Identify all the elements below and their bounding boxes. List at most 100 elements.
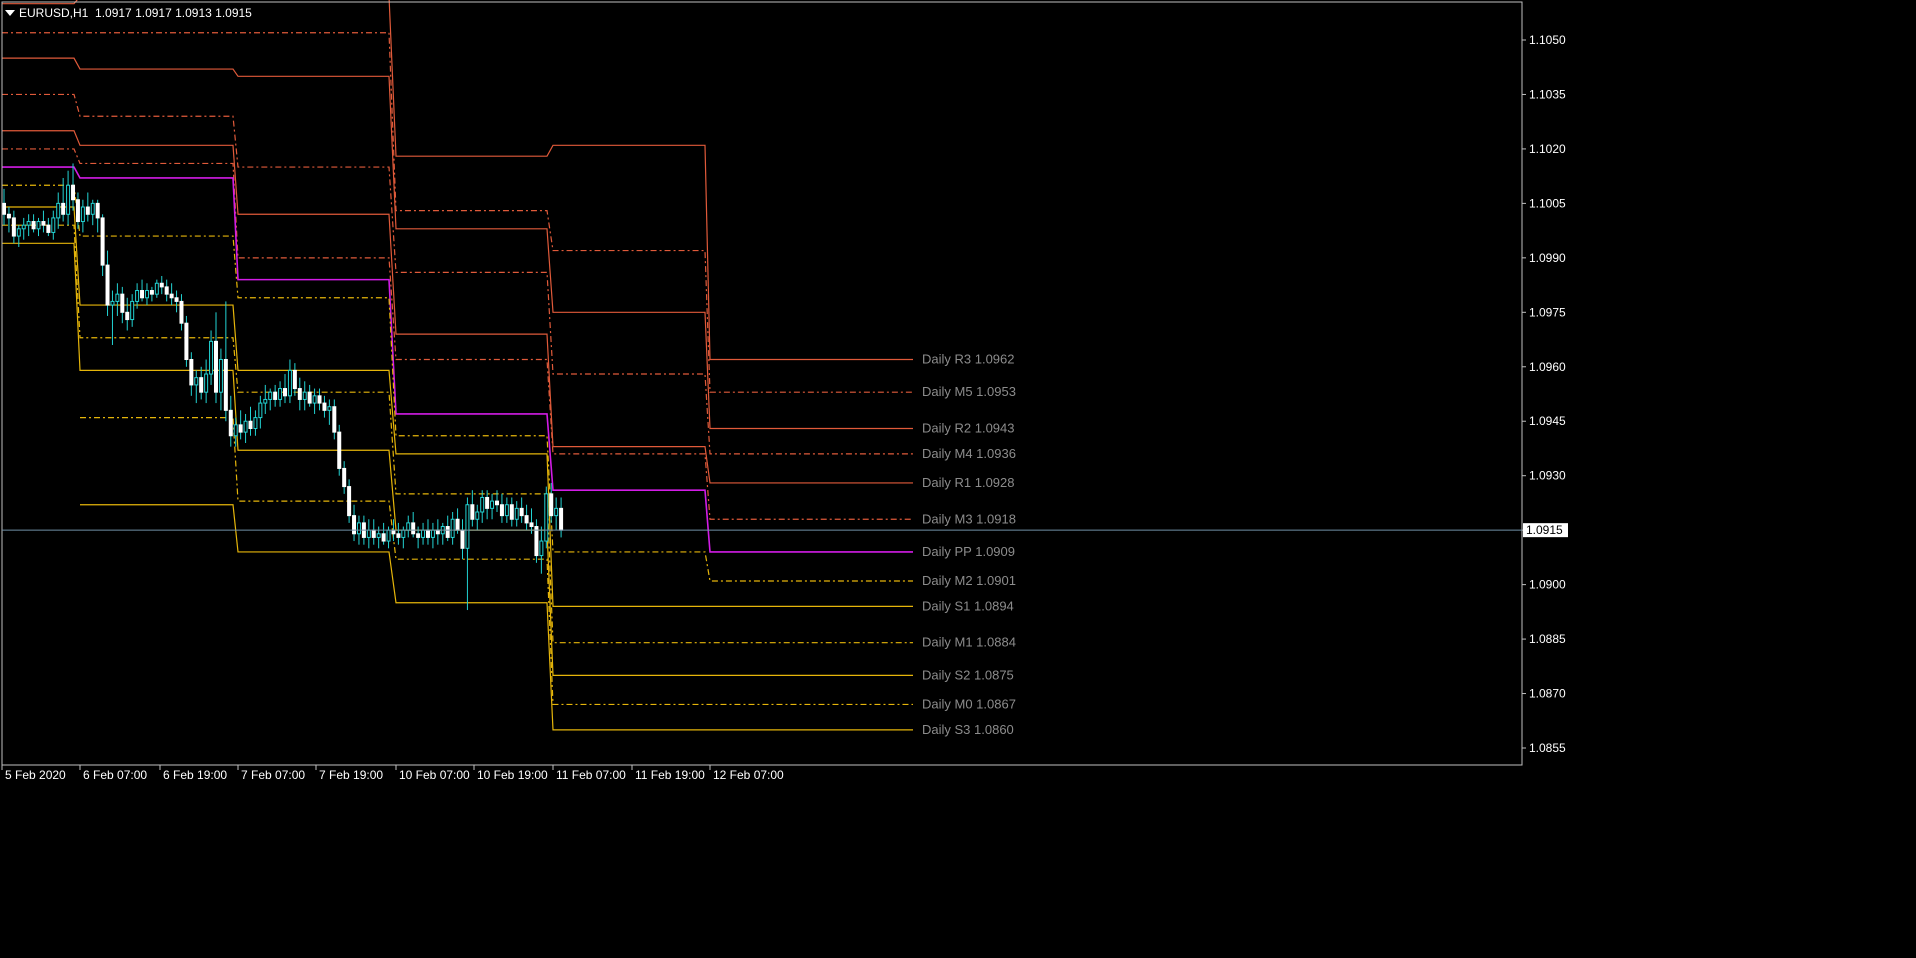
candle-body [504,504,509,517]
level-label: Daily M2 1.0901 [922,573,1016,588]
candle-body [401,529,406,538]
y-tick-label: 1.0930 [1529,469,1566,483]
candle-body [110,300,115,306]
candle-body [105,264,110,306]
y-tick-label: 1.1020 [1529,142,1566,156]
candle-body [539,540,544,557]
candle-body [485,496,490,509]
candle-body [26,221,31,226]
x-tick-label: 11 Feb 07:00 [556,768,626,782]
pivot-line-r2 [2,57,913,430]
candle-body [130,300,135,321]
candle-body [6,213,11,219]
candle-body [21,224,26,230]
y-tick-label: 1.0855 [1529,741,1566,755]
candle-body [292,369,297,390]
candle-body [90,202,95,215]
pivot-line-s2 [2,242,913,676]
candle-body [332,406,337,433]
candle-body [46,224,51,233]
y-tick-label: 1.0960 [1529,360,1566,374]
candle-body [381,533,386,542]
current-price-label: 1.0915 [1526,523,1563,537]
y-tick-label: 1.0885 [1529,632,1566,646]
candle-body [278,388,283,400]
candle-body [450,518,455,538]
candle-body [455,518,460,531]
candle-body [327,406,332,411]
level-label: Daily M0 1.0867 [922,696,1016,711]
candle-body [475,511,480,520]
candle-body [342,467,347,488]
candle-body [204,373,209,393]
candle-body [529,522,534,528]
candle-body [189,359,194,386]
x-tick-label: 7 Feb 07:00 [241,768,305,782]
candle-body [115,293,120,302]
candle-body [135,290,140,302]
candle-body [416,533,421,538]
candle-body [100,217,105,266]
candle-body [347,486,352,517]
candle-body [184,322,189,361]
candle-body [514,507,519,520]
x-tick-label: 10 Feb 19:00 [477,768,548,782]
candle-body [445,526,450,538]
candle-body [534,526,539,557]
candle-body [248,420,253,429]
candle-body [322,402,327,411]
pivot-line-s3 [80,504,913,731]
candle-body [317,395,322,404]
candle-body [56,202,61,219]
candle-body [425,529,430,538]
candle-body [396,533,401,538]
level-label: Daily M5 1.0953 [922,384,1016,399]
candle-body [524,515,529,524]
candle-body [253,417,258,429]
level-label: Daily M1 1.0884 [922,635,1016,650]
candle-body [470,504,475,520]
x-tick-label: 12 Feb 07:00 [713,768,784,782]
candle-body [154,282,159,295]
candle-body [460,529,465,549]
candle-body [11,217,16,237]
level-label: Daily S2 1.0875 [922,667,1014,682]
candle-body [480,496,485,513]
candle-body [258,402,263,419]
candle-body [421,529,426,538]
candle-body [31,221,36,230]
candle-body [406,522,411,531]
candle-body [337,431,342,469]
candle-body [144,290,149,299]
candle-body [559,507,564,531]
plot-frame [1,1,1523,766]
candle-body [95,202,100,219]
pivot-line-m0 [80,417,913,706]
candle-body [465,504,470,549]
y-tick-label: 1.1035 [1529,87,1566,101]
pivot-line-m4 [2,93,913,455]
candle-body [243,420,248,433]
candle-body [352,515,357,535]
y-tick-label: 1.0900 [1529,578,1566,592]
candle-body [391,529,396,535]
candle-body [213,340,218,393]
candle-body [164,286,169,295]
candle-body [174,297,179,302]
price-chart[interactable]: Daily R3 1.0962 Daily M5 1.0953 Daily R2 1… [0,0,1916,958]
candle-body [233,424,238,437]
candle-body [495,500,499,506]
level-label: Daily S3 1.0860 [922,722,1014,737]
candle-body [549,493,554,517]
candle-body [499,504,504,517]
x-tick-label: 5 Feb 2020 [5,768,66,782]
y-tick-label: 1.0870 [1529,687,1566,701]
candle-body [223,359,228,411]
candle-body [169,293,174,299]
candle-body [283,388,288,397]
candle-body [140,290,145,299]
candle-body [312,395,317,404]
candle-body [66,184,71,215]
candle-body [297,388,302,400]
y-tick-label: 1.1005 [1529,196,1566,210]
